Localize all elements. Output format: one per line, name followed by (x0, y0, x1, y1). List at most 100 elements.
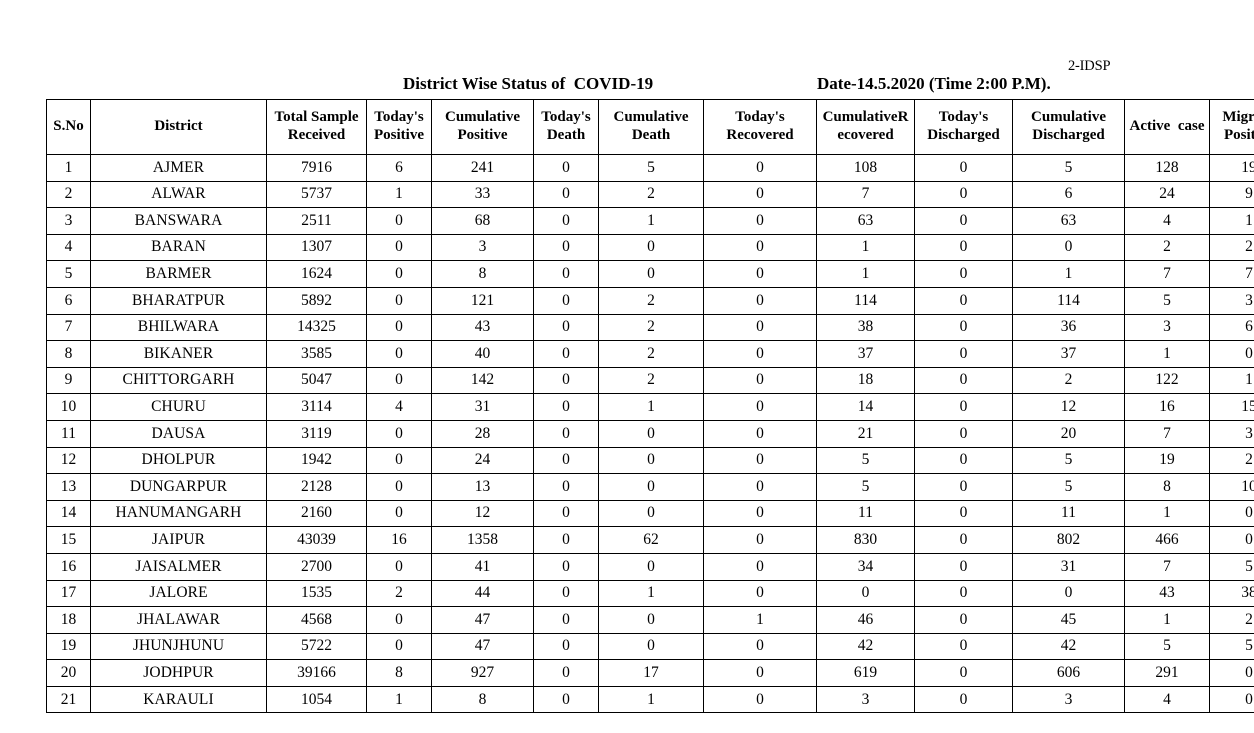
cell-tr: 0 (703, 313, 817, 342)
cell-active: 291 (1124, 659, 1210, 687)
cell-cp: 12 (431, 499, 534, 528)
cell-tsr: 1942 (266, 446, 367, 475)
cell-cp: 8 (431, 260, 534, 288)
table-row: 5 BARMER 1624 0 8 0 0 0 1 0 1 7 7 (46, 260, 1254, 288)
cell-tr: 0 (703, 419, 817, 448)
cell-cdis: 6 (1012, 180, 1125, 209)
cell-tp: 0 (366, 286, 432, 315)
cell-district: BARAN (90, 233, 267, 262)
cell-cd: 1 (598, 393, 704, 421)
cell-cp: 24 (431, 446, 534, 475)
cell-tsr: 3114 (266, 393, 367, 421)
cell-cp: 41 (431, 552, 534, 581)
cell-tdis: 0 (914, 180, 1013, 209)
cell-tsr: 4568 (266, 606, 367, 634)
cell-active: 5 (1124, 632, 1210, 661)
table-row: 10 CHURU 3114 4 31 0 1 0 14 0 12 16 15 (46, 393, 1254, 421)
cell-migrant: 9 (1209, 180, 1254, 209)
cell-tdis: 0 (914, 685, 1013, 714)
cell-district: JAIPUR (90, 526, 267, 554)
cell-tsr: 2128 (266, 473, 367, 501)
cell-sno: 18 (46, 606, 91, 634)
cell-active: 7 (1124, 552, 1210, 581)
cell-tdis: 0 (914, 473, 1013, 501)
cell-tp: 2 (366, 579, 432, 608)
cell-cp: 3 (431, 233, 534, 262)
cell-tsr: 2511 (266, 207, 367, 235)
cell-tp: 0 (366, 446, 432, 475)
column-header-tr: Today's Recovered (703, 99, 817, 155)
cell-tsr: 1624 (266, 260, 367, 288)
cell-migrant: 7 (1209, 260, 1254, 288)
cell-tdis: 0 (914, 393, 1013, 421)
cell-sno: 9 (46, 366, 91, 395)
cell-cdis: 606 (1012, 659, 1125, 687)
district-status-table: S.No District Total Sample Received Today's P… (46, 99, 1254, 714)
cell-cdis: 5 (1012, 446, 1125, 475)
cell-active: 466 (1124, 526, 1210, 554)
column-header-migrant: MigrantPositive (1209, 99, 1254, 155)
cell-active: 43 (1124, 579, 1210, 608)
cell-migrant: 15 (1209, 393, 1254, 421)
cell-td: 0 (533, 313, 599, 342)
cell-sno: 5 (46, 260, 91, 288)
cell-cd: 0 (598, 419, 704, 448)
cell-cd: 1 (598, 579, 704, 608)
column-header-cp: Cumulative Positive (431, 99, 534, 155)
cell-active: 7 (1124, 419, 1210, 448)
cell-cdis: 114 (1012, 286, 1125, 315)
cell-cdis: 36 (1012, 313, 1125, 342)
cell-tdis: 0 (914, 632, 1013, 661)
cell-tr: 1 (703, 606, 817, 634)
cell-cd: 0 (598, 233, 704, 262)
cell-tr: 0 (703, 180, 817, 209)
cell-cr: 1 (816, 260, 915, 288)
cell-sno: 13 (46, 473, 91, 501)
cell-cd: 1 (598, 685, 704, 714)
cell-sno: 15 (46, 526, 91, 554)
cell-district: JHALAWAR (90, 606, 267, 634)
table-row: 2 ALWAR 5737 1 33 0 2 0 7 0 6 24 9 (46, 180, 1254, 209)
cell-td: 0 (533, 260, 599, 288)
cell-cp: 241 (431, 154, 534, 182)
table-row: 17 JALORE 1535 2 44 0 1 0 0 0 0 43 38 (46, 579, 1254, 608)
cell-cp: 8 (431, 685, 534, 714)
cell-district: JODHPUR (90, 659, 267, 687)
cell-cp: 927 (431, 659, 534, 687)
cell-cdis: 1 (1012, 260, 1125, 288)
cell-sno: 1 (46, 154, 91, 182)
cell-cd: 0 (598, 446, 704, 475)
cell-tr: 0 (703, 233, 817, 262)
table-header-row: S.No District Total Sample Received Today's P… (46, 99, 1254, 155)
cell-cdis: 5 (1012, 154, 1125, 182)
table-body: 1 AJMER 7916 6 241 0 5 0 108 0 5 128 19 2 ALWAR 5737 1 33… (46, 154, 1254, 714)
cell-active: 1 (1124, 499, 1210, 528)
cell-cr: 38 (816, 313, 915, 342)
cell-cr: 34 (816, 552, 915, 581)
cell-cr: 14 (816, 393, 915, 421)
column-header-active: Active case (1124, 99, 1210, 155)
cell-td: 0 (533, 340, 599, 368)
cell-cdis: 2 (1012, 366, 1125, 395)
table-row: 18 JHALAWAR 4568 0 47 0 0 1 46 0 45 1 2 (46, 606, 1254, 634)
cell-tr: 0 (703, 154, 817, 182)
cell-tr: 0 (703, 286, 817, 315)
cell-cr: 108 (816, 154, 915, 182)
cell-migrant: 0 (1209, 499, 1254, 528)
cell-district: JHUNJHUNU (90, 632, 267, 661)
cell-sno: 16 (46, 552, 91, 581)
cell-migrant: 0 (1209, 659, 1254, 687)
table-row: 6 BHARATPUR 5892 0 121 0 2 0 114 0 114 5 3 (46, 286, 1254, 315)
cell-tp: 0 (366, 366, 432, 395)
table-row: 13 DUNGARPUR 2128 0 13 0 0 0 5 0 5 8 10 (46, 473, 1254, 501)
cell-cp: 47 (431, 606, 534, 634)
cell-cd: 5 (598, 154, 704, 182)
cell-tr: 0 (703, 393, 817, 421)
cell-td: 0 (533, 419, 599, 448)
cell-district: JALORE (90, 579, 267, 608)
cell-active: 4 (1124, 207, 1210, 235)
page-title: District Wise Status of COVID-19 (403, 74, 654, 93)
cell-cdis: 42 (1012, 632, 1125, 661)
cell-active: 1 (1124, 340, 1210, 368)
cell-tp: 0 (366, 419, 432, 448)
